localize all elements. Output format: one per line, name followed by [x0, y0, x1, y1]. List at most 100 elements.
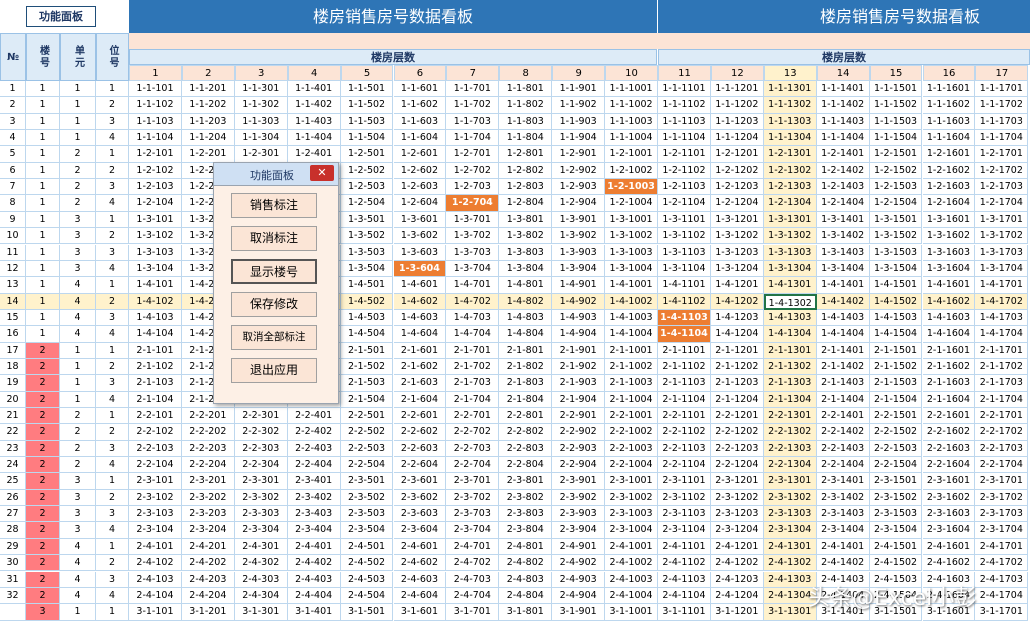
room-cell[interactable]: 2-3-1604: [922, 522, 976, 539]
room-cell[interactable]: 1-3-1404: [816, 260, 870, 278]
room-cell[interactable]: 2-2-303: [234, 440, 288, 458]
room-cell[interactable]: 2-3-1601: [922, 473, 976, 490]
row-number[interactable]: 10: [0, 228, 26, 245]
position-number[interactable]: 4: [96, 130, 129, 147]
room-cell[interactable]: 1-3-1302: [763, 228, 817, 245]
row-number[interactable]: 4: [0, 130, 26, 147]
room-cell[interactable]: 2-2-703: [446, 440, 500, 458]
room-cell[interactable]: 2-2-503: [340, 440, 394, 458]
room-cell[interactable]: 1-1-1604: [922, 130, 976, 147]
room-cell[interactable]: 1-2-1401: [816, 146, 870, 163]
row-number[interactable]: 22: [0, 424, 26, 441]
close-icon[interactable]: ✕: [310, 165, 334, 181]
room-cell[interactable]: 1-4-1602: [922, 293, 976, 310]
save-changes-button[interactable]: 保存修改: [231, 292, 317, 317]
room-cell[interactable]: 1-1-1702: [975, 97, 1029, 114]
room-cell[interactable]: 1-4-703: [446, 309, 500, 327]
room-cell[interactable]: 2-4-504: [340, 587, 394, 605]
room-cell[interactable]: 2-4-804: [499, 587, 553, 605]
room-cell[interactable]: 2-4-1302: [763, 555, 817, 572]
room-cell[interactable]: 2-2-601: [393, 408, 447, 425]
room-cell[interactable]: 1-3-1602: [922, 228, 976, 245]
room-cell[interactable]: 1-4-1102: [658, 293, 711, 310]
room-cell[interactable]: 1-3-103: [129, 244, 182, 261]
room-cell[interactable]: 1-2-902: [552, 162, 606, 180]
room-cell[interactable]: 2-1-1302: [763, 358, 817, 376]
room-cell[interactable]: 1-2-901: [552, 146, 606, 163]
room-cell[interactable]: 2-2-1101: [658, 408, 711, 425]
room-cell[interactable]: 2-1-1704: [975, 391, 1029, 408]
room-cell[interactable]: 2-4-703: [446, 571, 500, 588]
room-cell[interactable]: 1-3-802: [499, 228, 553, 245]
floor-header-15[interactable]: 15: [869, 65, 923, 81]
room-cell[interactable]: 2-2-1102: [658, 424, 711, 441]
room-cell[interactable]: 1-4-1202: [710, 293, 764, 310]
row-number[interactable]: 27: [0, 506, 26, 523]
position-number[interactable]: 3: [96, 244, 129, 261]
room-cell[interactable]: 2-1-603: [393, 375, 447, 392]
room-cell[interactable]: 1-3-1201: [710, 211, 764, 229]
room-cell[interactable]: 1-2-1204: [710, 195, 764, 212]
room-cell[interactable]: 2-2-1004: [605, 457, 658, 474]
building-number[interactable]: 1: [26, 228, 60, 245]
row-number[interactable]: 28: [0, 522, 26, 539]
room-cell[interactable]: 3-1-601: [393, 604, 447, 621]
room-cell[interactable]: 2-1-1204: [710, 391, 764, 408]
room-cell[interactable]: 1-1-1202: [710, 97, 764, 114]
building-number[interactable]: 1: [26, 146, 60, 163]
room-cell[interactable]: 1-4-504: [340, 326, 394, 343]
room-cell[interactable]: 1-4-1603: [922, 309, 976, 327]
room-cell[interactable]: 1-1-1401: [816, 81, 870, 98]
row-number[interactable]: 32: [0, 587, 26, 605]
room-cell[interactable]: 1-3-1204: [710, 260, 764, 278]
room-cell[interactable]: 1-1-1302: [763, 97, 817, 114]
room-cell[interactable]: 2-2-304: [234, 457, 288, 474]
room-cell[interactable]: 2-2-403: [287, 440, 341, 458]
building-number[interactable]: 1: [26, 309, 60, 327]
room-cell[interactable]: 2-4-1703: [975, 571, 1029, 588]
room-cell[interactable]: 3-1-701: [446, 604, 500, 621]
room-cell[interactable]: 2-4-1203: [710, 571, 764, 588]
room-cell[interactable]: 1-1-404: [287, 130, 341, 147]
row-number[interactable]: 30: [0, 555, 26, 572]
room-cell[interactable]: 2-3-402: [287, 489, 341, 507]
room-cell[interactable]: 2-2-603: [393, 440, 447, 458]
room-cell[interactable]: 2-1-1503: [869, 375, 923, 392]
row-number[interactable]: 15: [0, 309, 26, 327]
room-cell[interactable]: 1-2-1003: [605, 179, 658, 196]
room-cell[interactable]: 1-1-702: [446, 97, 500, 114]
room-cell[interactable]: 1-4-704: [446, 326, 500, 343]
floor-header-17[interactable]: 17: [975, 65, 1029, 81]
building-number[interactable]: 2: [26, 424, 60, 441]
mark-sold-button[interactable]: 销售标注: [231, 193, 317, 218]
unit-number[interactable]: 4: [60, 587, 96, 605]
room-cell[interactable]: 1-1-1003: [605, 113, 658, 131]
room-cell[interactable]: 1-3-1102: [658, 228, 711, 245]
building-number[interactable]: 1: [26, 162, 60, 180]
room-cell[interactable]: 1-1-1601: [922, 81, 976, 98]
room-cell[interactable]: 1-4-1303: [763, 309, 817, 327]
room-cell[interactable]: 2-2-1602: [922, 424, 976, 441]
room-cell[interactable]: 1-4-101: [129, 277, 182, 294]
unmark-button[interactable]: 取消标注: [231, 226, 317, 251]
room-cell[interactable]: 2-3-503: [340, 506, 394, 523]
position-number[interactable]: 2: [96, 228, 129, 245]
room-cell[interactable]: 2-1-1203: [710, 375, 764, 392]
building-number[interactable]: 1: [26, 130, 60, 147]
room-cell[interactable]: 2-4-1101: [658, 538, 711, 556]
building-number[interactable]: 2: [26, 538, 60, 556]
building-number[interactable]: 2: [26, 555, 60, 572]
room-cell[interactable]: 1-3-1501: [869, 211, 923, 229]
room-cell[interactable]: 2-3-101: [129, 473, 182, 490]
room-cell[interactable]: 2-2-704: [446, 457, 500, 474]
room-cell[interactable]: 1-1-602: [393, 97, 447, 114]
position-number[interactable]: 4: [96, 522, 129, 539]
row-number[interactable]: 17: [0, 342, 26, 359]
room-cell[interactable]: 2-2-103: [129, 440, 182, 458]
room-cell[interactable]: 2-4-1104: [658, 587, 711, 605]
room-cell[interactable]: 2-1-901: [552, 342, 606, 359]
room-cell[interactable]: 1-2-502: [340, 162, 394, 180]
room-cell[interactable]: 1-4-1002: [605, 293, 658, 310]
building-number[interactable]: 2: [26, 375, 60, 392]
room-cell[interactable]: 2-2-204: [181, 457, 235, 474]
